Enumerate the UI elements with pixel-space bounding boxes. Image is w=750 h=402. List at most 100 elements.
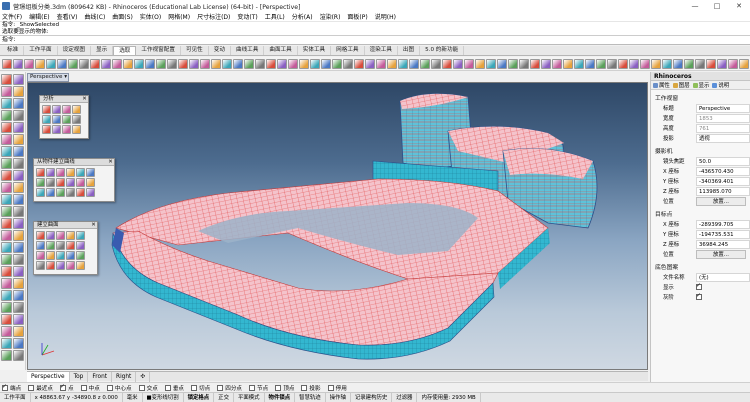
left-tool-icon[interactable] xyxy=(1,326,12,337)
toolbar-tool-icon[interactable] xyxy=(35,58,45,69)
toolbar-tool-icon[interactable] xyxy=(244,58,254,69)
menu-transform[interactable]: 变动(T) xyxy=(237,12,257,21)
tab-mesh-tools[interactable]: 网格工具 xyxy=(331,46,365,55)
curve-from-object-floating-panel[interactable]: 从物件建立曲线 ✕ xyxy=(33,158,115,202)
status-toggle[interactable]: 智慧轨迹 xyxy=(295,392,326,402)
left-tool-icon[interactable] xyxy=(1,266,12,277)
left-tool-icon[interactable] xyxy=(13,242,24,253)
left-tool-icon[interactable] xyxy=(13,194,24,205)
osnap-option[interactable]: 点 xyxy=(60,383,74,392)
wallpaper-gray-checkbox[interactable] xyxy=(696,292,702,300)
osnap-option[interactable]: 垂点 xyxy=(164,384,184,392)
target-y-input[interactable]: -194735.531 xyxy=(696,229,750,239)
toolbar-tool-icon[interactable] xyxy=(508,58,518,69)
create-surface-tool-icon[interactable] xyxy=(46,251,55,260)
left-tool-icon[interactable] xyxy=(13,74,24,85)
viewport-title-tab[interactable]: Perspective ▾ xyxy=(27,73,69,82)
left-tool-icon[interactable] xyxy=(1,194,12,205)
left-tool-icon[interactable] xyxy=(13,158,24,169)
left-tool-icon[interactable] xyxy=(13,146,24,157)
close-icon[interactable]: ✕ xyxy=(107,159,114,165)
curve-from-object-tool-icon[interactable] xyxy=(86,188,95,197)
toolbar-tool-icon[interactable] xyxy=(123,58,133,69)
create-surface-tool-icon[interactable] xyxy=(66,231,75,240)
toolbar-tool-icon[interactable] xyxy=(684,58,694,69)
maximize-button[interactable]: □ xyxy=(706,0,728,12)
osnap-checkbox[interactable] xyxy=(301,384,308,391)
create-surface-tool-icon[interactable] xyxy=(46,231,55,240)
toolbar-tool-icon[interactable] xyxy=(728,58,738,69)
status-toggle[interactable]: 内存使用量: 2930 MB xyxy=(417,392,481,402)
osnap-checkbox[interactable] xyxy=(80,384,87,391)
toolbar-tool-icon[interactable] xyxy=(519,58,529,69)
menu-render[interactable]: 渲染(R) xyxy=(320,12,341,21)
toolbar-tool-icon[interactable] xyxy=(321,58,331,69)
tab-layers[interactable]: 图层 xyxy=(672,81,690,89)
analysis-tool-icon[interactable] xyxy=(42,125,51,134)
tab-display[interactable]: 显示 xyxy=(91,46,114,55)
lens-length-input[interactable]: 50.0 xyxy=(696,156,750,166)
menu-mesh[interactable]: 网格(M) xyxy=(168,12,190,21)
osnap-option[interactable]: 交点 xyxy=(138,384,158,392)
toolbar-tool-icon[interactable] xyxy=(310,58,320,69)
osnap-checkbox[interactable] xyxy=(106,384,113,391)
create-surface-tool-icon[interactable] xyxy=(46,261,55,270)
create-surface-tool-icon[interactable] xyxy=(56,231,65,240)
toolbar-tool-icon[interactable] xyxy=(695,58,705,69)
left-tool-icon[interactable] xyxy=(13,86,24,97)
create-surface-tool-icon[interactable] xyxy=(56,241,65,250)
toolbar-tool-icon[interactable] xyxy=(618,58,628,69)
toolbar-tool-icon[interactable] xyxy=(200,58,210,69)
curve-from-object-tool-icon[interactable] xyxy=(46,178,55,187)
menu-curve[interactable]: 曲线(C) xyxy=(84,12,105,21)
curve-from-object-tool-icon[interactable] xyxy=(56,188,65,197)
viewport-tab-right[interactable]: Right xyxy=(112,371,137,382)
left-tool-icon[interactable] xyxy=(13,98,24,109)
camera-y-input[interactable]: -340369.401 xyxy=(696,176,750,186)
toolbar-tool-icon[interactable] xyxy=(233,58,243,69)
toolbar-tool-icon[interactable] xyxy=(651,58,661,69)
osnap-option[interactable]: 切点 xyxy=(191,384,210,392)
left-tool-icon[interactable] xyxy=(13,338,24,349)
analysis-tool-icon[interactable] xyxy=(72,125,81,134)
analysis-tool-icon[interactable] xyxy=(72,115,81,124)
left-tool-icon[interactable] xyxy=(13,266,24,277)
left-tool-icon[interactable] xyxy=(13,206,24,217)
toolbar-tool-icon[interactable] xyxy=(178,58,188,69)
toolbar-tool-icon[interactable] xyxy=(475,58,485,69)
tab-display-mode[interactable]: 显示 xyxy=(692,81,709,89)
curve-from-object-tool-icon[interactable] xyxy=(86,168,95,177)
toolbar-tool-icon[interactable] xyxy=(101,58,111,69)
left-tool-icon[interactable] xyxy=(1,86,12,97)
toolbar-tool-icon[interactable] xyxy=(541,58,551,69)
osnap-option[interactable]: 停用 xyxy=(327,384,347,392)
tab-surface-tools[interactable]: 曲面工具 xyxy=(264,46,298,55)
curve-from-object-tool-icon[interactable] xyxy=(46,188,55,197)
toolbar-tool-icon[interactable] xyxy=(530,58,540,69)
curve-from-object-tool-icon[interactable] xyxy=(66,188,75,197)
viewport-tab-perspective[interactable]: Perspective xyxy=(27,371,70,382)
perspective-viewport[interactable]: 分析 ✕ 从物件建立曲线 ✕ 建立曲面 ✕ xyxy=(27,82,648,370)
close-icon[interactable]: ✕ xyxy=(90,222,97,228)
left-tool-icon[interactable] xyxy=(1,302,12,313)
osnap-option[interactable]: 顶点 xyxy=(275,384,294,392)
left-tool-icon[interactable] xyxy=(13,290,24,301)
toolbar-tool-icon[interactable] xyxy=(673,58,683,69)
analysis-tool-icon[interactable] xyxy=(52,125,61,134)
panel-header[interactable]: 从物件建立曲线 ✕ xyxy=(34,159,114,166)
status-toggle[interactable]: 记录建构历史 xyxy=(351,392,393,402)
curve-from-object-tool-icon[interactable] xyxy=(56,178,65,187)
tab-render-tools[interactable]: 渲染工具 xyxy=(365,46,398,55)
left-tool-icon[interactable] xyxy=(13,134,24,145)
osnap-option[interactable]: 端点 xyxy=(2,383,21,392)
toolbar-tool-icon[interactable] xyxy=(706,58,716,69)
create-surface-tool-icon[interactable] xyxy=(36,251,45,260)
tab-solid-tools[interactable]: 实体工具 xyxy=(298,46,332,55)
toolbar-tool-icon[interactable] xyxy=(222,58,232,69)
toolbar-tool-icon[interactable] xyxy=(79,58,89,69)
toolbar-tool-icon[interactable] xyxy=(354,58,364,69)
close-button[interactable]: ✕ xyxy=(728,0,750,12)
toolbar-tool-icon[interactable] xyxy=(134,58,144,69)
left-tool-icon[interactable] xyxy=(13,170,24,181)
toolbar-tool-icon[interactable] xyxy=(13,58,23,69)
